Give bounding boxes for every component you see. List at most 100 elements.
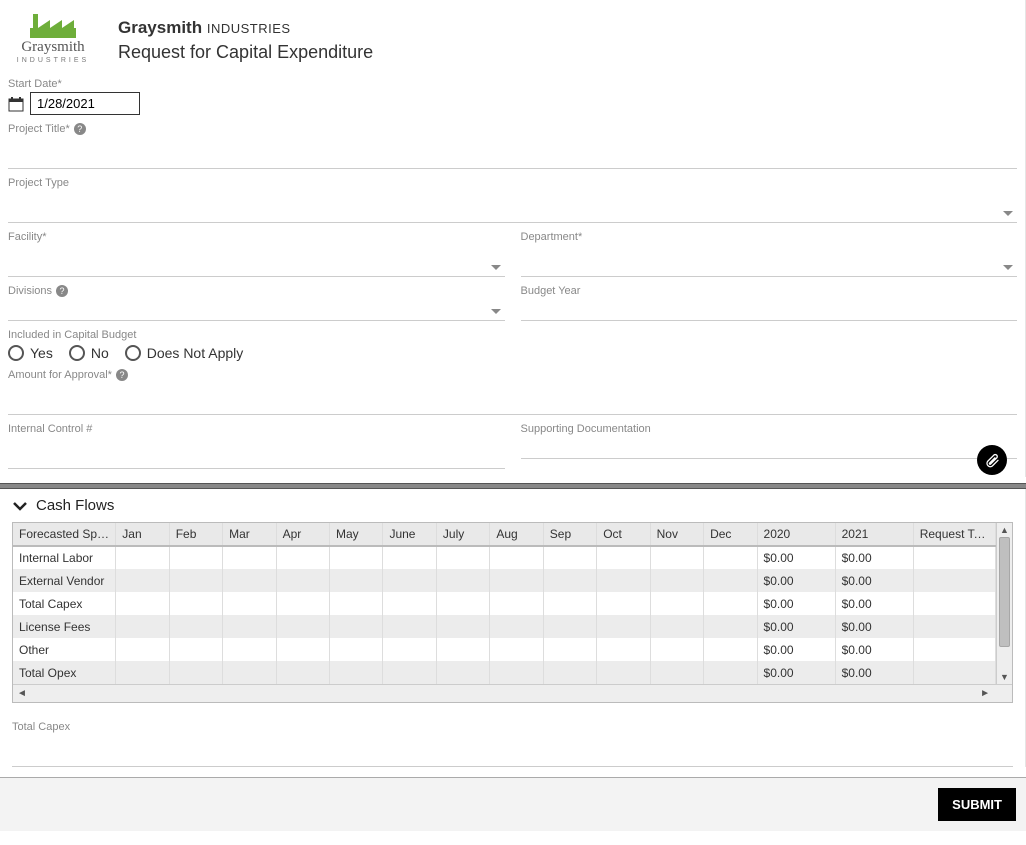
month-cell[interactable]: [650, 546, 703, 569]
month-cell[interactable]: [383, 569, 436, 592]
total-capex-input[interactable]: [12, 733, 1013, 767]
col-year1[interactable]: 2020: [757, 523, 835, 546]
month-cell[interactable]: [543, 569, 596, 592]
col-month[interactable]: Dec: [704, 523, 757, 546]
col-month[interactable]: Aug: [490, 523, 543, 546]
month-cell[interactable]: [704, 661, 757, 684]
month-cell[interactable]: [490, 592, 543, 615]
row-label[interactable]: Internal Labor: [13, 546, 116, 569]
month-cell[interactable]: [276, 592, 329, 615]
year2-cell[interactable]: $0.00: [835, 569, 913, 592]
col-month[interactable]: Nov: [650, 523, 703, 546]
month-cell[interactable]: [597, 615, 650, 638]
month-cell[interactable]: [436, 638, 489, 661]
row-label[interactable]: External Vendor: [13, 569, 116, 592]
month-cell[interactable]: [543, 615, 596, 638]
month-cell[interactable]: [116, 569, 169, 592]
col-month[interactable]: Mar: [223, 523, 276, 546]
radio-na[interactable]: Does Not Apply: [125, 345, 244, 361]
calendar-icon[interactable]: [8, 96, 24, 112]
start-date-input[interactable]: [30, 92, 140, 115]
month-cell[interactable]: [116, 661, 169, 684]
month-cell[interactable]: [223, 638, 276, 661]
month-cell[interactable]: [223, 592, 276, 615]
request-total-cell[interactable]: [913, 592, 995, 615]
month-cell[interactable]: [436, 661, 489, 684]
col-month[interactable]: June: [383, 523, 436, 546]
month-cell[interactable]: [383, 615, 436, 638]
year2-cell[interactable]: $0.00: [835, 661, 913, 684]
internal-control-input[interactable]: [8, 435, 505, 469]
help-icon[interactable]: ?: [116, 369, 128, 381]
facility-select[interactable]: [8, 243, 505, 277]
month-cell[interactable]: [169, 546, 222, 569]
request-total-cell[interactable]: [913, 638, 995, 661]
row-label[interactable]: Other: [13, 638, 116, 661]
help-icon[interactable]: ?: [74, 123, 86, 135]
month-cell[interactable]: [276, 638, 329, 661]
request-total-cell[interactable]: [913, 546, 995, 569]
col-forecasted[interactable]: Forecasted Spe…: [13, 523, 116, 546]
year1-cell[interactable]: $0.00: [757, 592, 835, 615]
budget-year-input[interactable]: [521, 297, 1018, 321]
month-cell[interactable]: [330, 615, 383, 638]
month-cell[interactable]: [276, 615, 329, 638]
month-cell[interactable]: [383, 661, 436, 684]
row-label[interactable]: License Fees: [13, 615, 116, 638]
month-cell[interactable]: [704, 569, 757, 592]
month-cell[interactable]: [597, 638, 650, 661]
month-cell[interactable]: [383, 592, 436, 615]
month-cell[interactable]: [436, 592, 489, 615]
project-type-select[interactable]: [8, 189, 1017, 223]
month-cell[interactable]: [383, 546, 436, 569]
request-total-cell[interactable]: [913, 661, 995, 684]
radio-yes[interactable]: Yes: [8, 345, 53, 361]
col-month[interactable]: Feb: [169, 523, 222, 546]
row-label[interactable]: Total Capex: [13, 592, 116, 615]
month-cell[interactable]: [116, 546, 169, 569]
month-cell[interactable]: [169, 569, 222, 592]
radio-no[interactable]: No: [69, 345, 109, 361]
col-month[interactable]: Oct: [597, 523, 650, 546]
year2-cell[interactable]: $0.00: [835, 615, 913, 638]
cash-flows-header[interactable]: Cash Flows: [8, 489, 1017, 522]
year2-cell[interactable]: $0.00: [835, 592, 913, 615]
month-cell[interactable]: [597, 569, 650, 592]
month-cell[interactable]: [650, 638, 703, 661]
scroll-thumb[interactable]: [999, 537, 1010, 647]
month-cell[interactable]: [597, 546, 650, 569]
month-cell[interactable]: [330, 661, 383, 684]
month-cell[interactable]: [650, 615, 703, 638]
help-icon[interactable]: ?: [56, 285, 68, 297]
month-cell[interactable]: [169, 615, 222, 638]
year2-cell[interactable]: $0.00: [835, 638, 913, 661]
month-cell[interactable]: [597, 661, 650, 684]
col-month[interactable]: May: [330, 523, 383, 546]
col-month[interactable]: Apr: [276, 523, 329, 546]
divisions-select[interactable]: [8, 297, 505, 321]
month-cell[interactable]: [704, 615, 757, 638]
month-cell[interactable]: [116, 638, 169, 661]
month-cell[interactable]: [169, 638, 222, 661]
month-cell[interactable]: [704, 638, 757, 661]
month-cell[interactable]: [116, 592, 169, 615]
month-cell[interactable]: [650, 661, 703, 684]
vertical-scrollbar[interactable]: ▲ ▼: [996, 523, 1012, 684]
year1-cell[interactable]: $0.00: [757, 615, 835, 638]
month-cell[interactable]: [490, 615, 543, 638]
month-cell[interactable]: [276, 661, 329, 684]
col-request-total[interactable]: Request To…: [913, 523, 995, 546]
month-cell[interactable]: [704, 592, 757, 615]
month-cell[interactable]: [543, 638, 596, 661]
row-label[interactable]: Total Opex: [13, 661, 116, 684]
month-cell[interactable]: [490, 546, 543, 569]
month-cell[interactable]: [169, 661, 222, 684]
submit-button[interactable]: SUBMIT: [938, 788, 1016, 821]
month-cell[interactable]: [543, 546, 596, 569]
month-cell[interactable]: [650, 569, 703, 592]
year1-cell[interactable]: $0.00: [757, 569, 835, 592]
month-cell[interactable]: [597, 592, 650, 615]
col-month[interactable]: July: [436, 523, 489, 546]
month-cell[interactable]: [276, 569, 329, 592]
month-cell[interactable]: [223, 546, 276, 569]
